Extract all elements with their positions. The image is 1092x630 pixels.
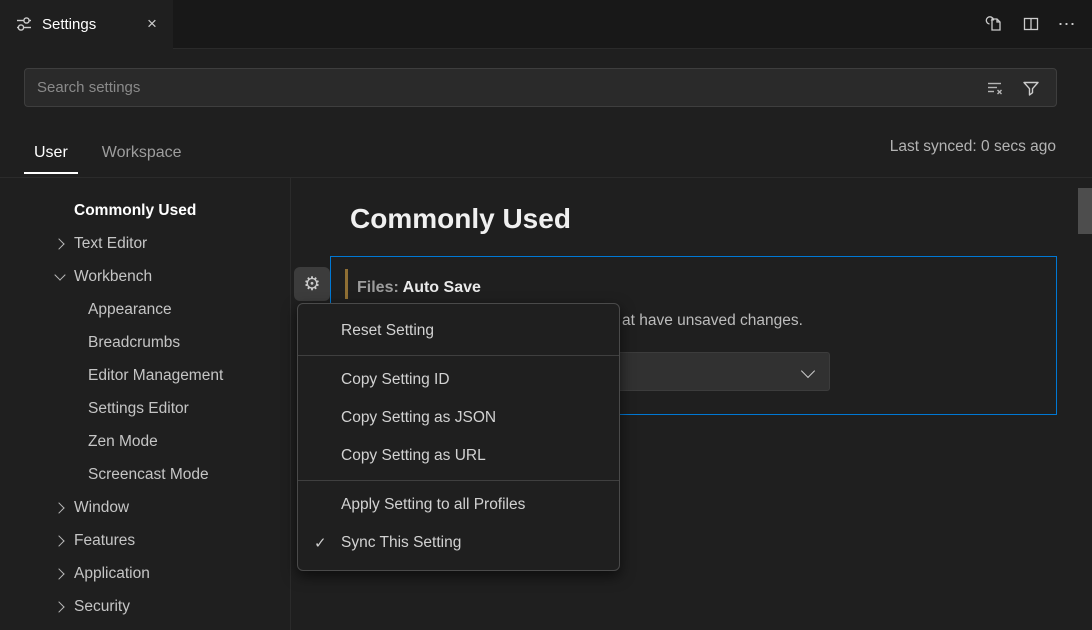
menu-item-copy-setting-as-json[interactable]: Copy Setting as JSON	[298, 399, 619, 437]
toc-item-breadcrumbs[interactable]: Breadcrumbs	[0, 326, 290, 359]
toc-item-label: Commonly Used	[74, 202, 196, 220]
open-settings-json-button[interactable]	[980, 9, 1010, 39]
menu-item-label: Sync This Setting	[341, 534, 461, 552]
toc-item-text-editor[interactable]: Text Editor	[0, 227, 290, 260]
toc-item-security[interactable]: Security	[0, 590, 290, 623]
settings-search-box	[24, 68, 1057, 107]
clear-search-input-icon	[985, 78, 1005, 98]
chevron-right-icon	[52, 236, 68, 252]
setting-title: Files: Auto Save	[357, 279, 481, 297]
toc-item-features[interactable]: Features	[0, 524, 290, 557]
clear-search-input-button[interactable]	[982, 75, 1008, 101]
split-editor-icon	[1021, 14, 1041, 34]
menu-item-label: Reset Setting	[341, 322, 434, 340]
filter-settings-icon	[1021, 78, 1041, 98]
toc-item-label: Features	[74, 532, 135, 550]
toc-item-zen-mode[interactable]: Zen Mode	[0, 425, 290, 458]
menu-item-apply-setting-to-all-profiles[interactable]: Apply Setting to all Profiles	[298, 486, 619, 524]
toc-item-application[interactable]: Application	[0, 557, 290, 590]
setting-category-label: Files:	[357, 279, 403, 296]
toc-item-label: Appearance	[88, 301, 172, 319]
filter-settings-button[interactable]	[1018, 75, 1044, 101]
toc-item-label: Breadcrumbs	[88, 334, 180, 352]
settings-toc: Commonly Used Text Editor Workbench Appeara…	[0, 178, 291, 630]
toc-item-appearance[interactable]: Appearance	[0, 293, 290, 326]
settings-sliders-icon	[14, 14, 34, 34]
menu-item-copy-setting-as-url[interactable]: Copy Setting as URL	[298, 437, 619, 475]
page-title: Commonly Used	[350, 203, 571, 235]
menu-item-label: Copy Setting ID	[341, 371, 450, 389]
modified-indicator	[345, 269, 348, 299]
toc-item-label: Window	[74, 499, 129, 517]
toc-item-screencast-mode[interactable]: Screencast Mode	[0, 458, 290, 491]
chevron-down-icon	[801, 365, 815, 379]
setting-name-label: Auto Save	[403, 279, 481, 296]
chevron-right-icon	[52, 566, 68, 582]
menu-separator	[298, 480, 619, 481]
close-tab-icon[interactable]: ×	[141, 13, 163, 35]
toc-item-window[interactable]: Window	[0, 491, 290, 524]
tab-title: Settings	[42, 16, 96, 33]
check-icon: ✓	[314, 534, 341, 552]
setting-description: at have unsaved changes.	[622, 312, 803, 330]
toc-item-label: Editor Management	[88, 367, 223, 385]
menu-item-reset-setting[interactable]: Reset Setting	[298, 312, 619, 350]
chevron-right-icon	[52, 599, 68, 615]
toc-item-label: Zen Mode	[88, 433, 158, 451]
chevron-right-icon	[52, 500, 68, 516]
setting-context-menu: Reset Setting Copy Setting ID Copy Setting…	[297, 303, 620, 571]
menu-separator	[298, 355, 619, 356]
menu-item-copy-setting-id[interactable]: Copy Setting ID	[298, 361, 619, 399]
open-settings-json-icon	[985, 14, 1005, 34]
toc-item-settings-editor[interactable]: Settings Editor	[0, 392, 290, 425]
editor-actions: ⋯	[980, 0, 1082, 48]
vertical-scrollbar-thumb[interactable]	[1078, 188, 1092, 234]
toc-item-commonly-used[interactable]: Commonly Used	[0, 194, 290, 227]
toc-item-label: Text Editor	[74, 235, 147, 253]
menu-item-label: Apply Setting to all Profiles	[341, 496, 525, 514]
toc-item-workbench[interactable]: Workbench	[0, 260, 290, 293]
toc-item-label: Screencast Mode	[88, 466, 209, 484]
scope-tabs: User Workspace	[24, 132, 206, 176]
setting-gear-button[interactable]: ⚙	[294, 267, 330, 301]
last-synced-label: Last synced: 0 secs ago	[890, 138, 1056, 156]
chevron-down-icon	[52, 269, 68, 285]
toc-item-label: Settings Editor	[88, 400, 189, 418]
toc-item-label: Application	[74, 565, 150, 583]
menu-item-sync-this-setting[interactable]: ✓Sync This Setting	[298, 524, 619, 562]
chevron-right-icon	[52, 533, 68, 549]
more-actions-button[interactable]: ⋯	[1052, 9, 1082, 39]
toc-item-label: Security	[74, 598, 130, 616]
more-actions-icon: ⋯	[1058, 14, 1077, 35]
scope-tab-workspace[interactable]: Workspace	[92, 134, 192, 174]
search-input[interactable]	[37, 79, 982, 96]
tab-settings[interactable]: Settings ×	[0, 0, 173, 48]
split-editor-button[interactable]	[1016, 9, 1046, 39]
tabbar-bottom-border	[173, 48, 1092, 49]
menu-item-label: Copy Setting as URL	[341, 447, 486, 465]
toc-item-label: Workbench	[74, 268, 152, 286]
toc-item-editor-management[interactable]: Editor Management	[0, 359, 290, 392]
menu-item-label: Copy Setting as JSON	[341, 409, 496, 427]
editor-tab-bar: Settings × ⋯	[0, 0, 1092, 48]
scope-tab-user[interactable]: User	[24, 134, 78, 174]
